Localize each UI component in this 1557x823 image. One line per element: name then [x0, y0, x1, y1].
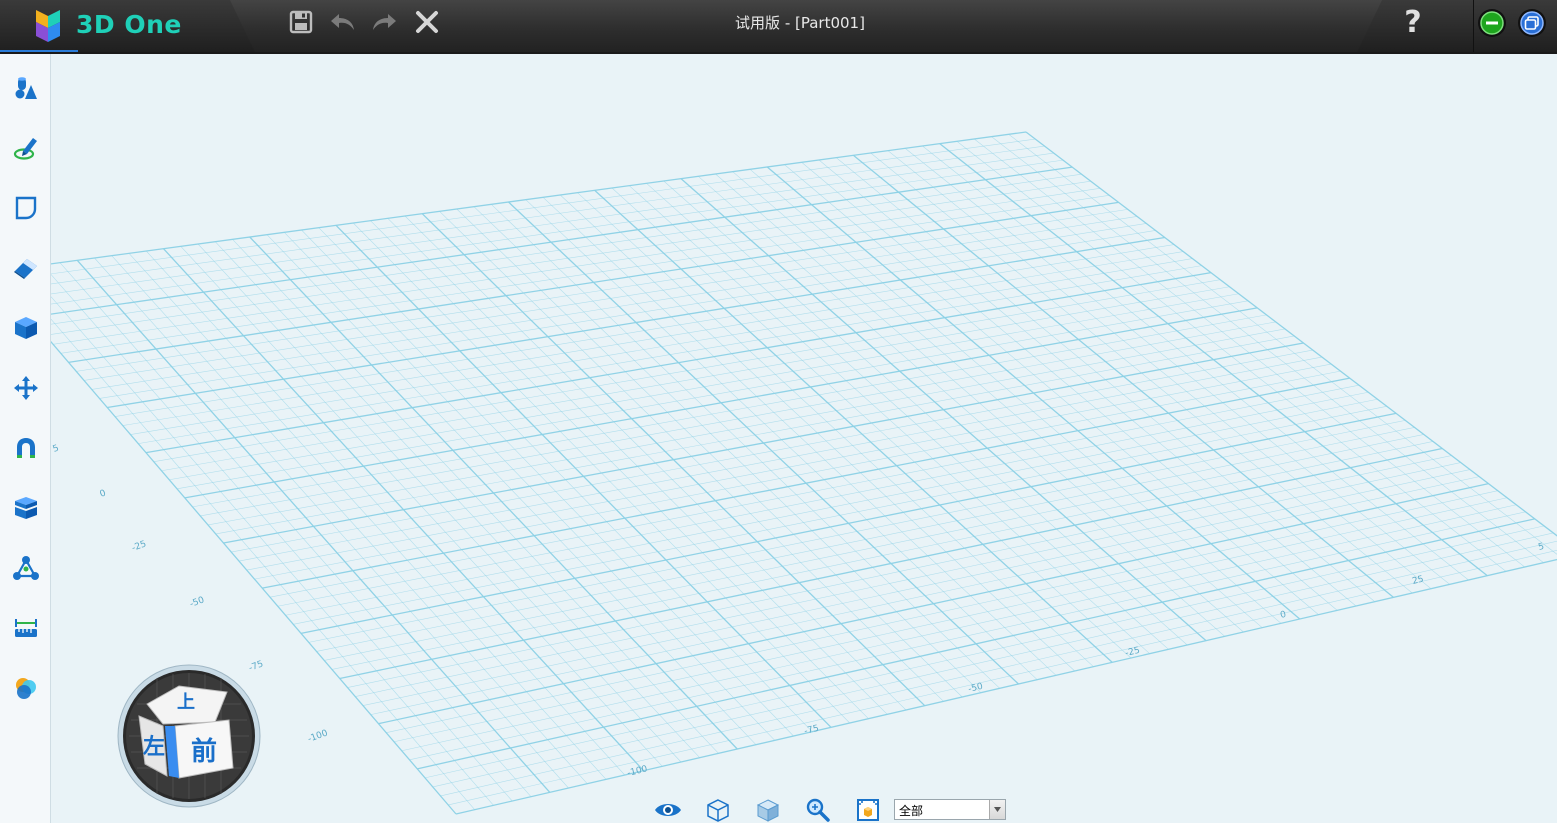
- wireframe-view-button[interactable]: [703, 798, 733, 822]
- grid-axis-label: 0: [99, 488, 108, 499]
- tool-network[interactable]: [10, 552, 42, 584]
- tool-combine[interactable]: [10, 492, 42, 524]
- tool-feature-eraser[interactable]: [10, 252, 42, 284]
- grid-axis-label: 0: [1279, 610, 1287, 621]
- combine-blocks-icon: [15, 497, 37, 519]
- minimize-icon: [1478, 9, 1506, 37]
- logo-underline: [0, 50, 78, 52]
- title-bar: 3D One 试用版 - [Part001] ?: [0, 0, 1557, 54]
- help-button[interactable]: ?: [1397, 4, 1429, 40]
- selection-box-icon: [857, 799, 879, 821]
- tool-sketch[interactable]: [10, 132, 42, 164]
- grid-axis-label: -50: [189, 595, 206, 610]
- grid-axis-label: -75: [803, 724, 820, 737]
- tool-magnet[interactable]: [10, 432, 42, 464]
- cube-label-left: 左: [143, 734, 165, 760]
- cube-label-top: 上: [177, 692, 195, 713]
- tool-measure[interactable]: [10, 612, 42, 644]
- tool-solid[interactable]: [10, 312, 42, 344]
- feature-eraser-icon: [14, 259, 37, 279]
- measure-icon: [15, 619, 37, 637]
- magnifier-icon: [806, 798, 830, 822]
- restore-icon: [1518, 9, 1546, 37]
- color-palette-icon: [16, 678, 36, 699]
- window-controls-area: ?: [1357, 0, 1557, 52]
- grid-labels: 50-25-50-75-100-100-75-50-250255: [52, 443, 1546, 778]
- grid-axis-label: 5: [52, 443, 61, 454]
- window-divider: [1473, 0, 1474, 52]
- chevron-down-icon[interactable]: [989, 800, 1005, 819]
- minimize-button[interactable]: [1477, 8, 1507, 38]
- tool-basic-shapes[interactable]: [10, 72, 42, 104]
- visibility-button[interactable]: [653, 798, 683, 822]
- restore-button[interactable]: [1517, 8, 1547, 38]
- sketch-edit-icon: [15, 196, 37, 220]
- basic-shapes-icon: [15, 77, 37, 99]
- tool-color[interactable]: [10, 672, 42, 704]
- shaded-cube-icon: [756, 799, 780, 822]
- network-nodes-icon: [13, 556, 39, 580]
- left-toolbar: [0, 54, 51, 823]
- wireframe-cube-icon: [707, 799, 729, 822]
- grid-axis-label: 25: [1411, 574, 1425, 586]
- move-icon: [14, 376, 38, 400]
- tool-sketch-edit[interactable]: [10, 192, 42, 224]
- entity-filter-value: 全部: [899, 804, 924, 818]
- cube-label-front: 前: [191, 736, 217, 767]
- grid-axis-label: -25: [131, 539, 148, 553]
- solid-cube-icon: [15, 317, 37, 339]
- 3d-viewport[interactable]: 5 0 -25 -50 -75 -100 -100 -75 -50 -25 0 25 5 上 左 前: [51, 54, 1557, 823]
- work-plane-grid: 50-25-50-75-100-100-75-50-250255: [51, 131, 1557, 815]
- shaded-view-button[interactable]: [753, 798, 783, 822]
- tool-move[interactable]: [10, 372, 42, 404]
- eye-icon: [655, 804, 681, 816]
- entity-filter-select[interactable]: 全部: [894, 799, 1006, 820]
- select-filter-button[interactable]: [853, 798, 883, 822]
- grid-axis-label: 5: [1537, 542, 1545, 553]
- grid-axis-label: -100: [626, 764, 649, 779]
- view-toolbar: 全部: [648, 796, 1028, 823]
- magnet-icon: [17, 438, 35, 458]
- document-title: 试用版 - [Part001]: [735, 14, 865, 32]
- sketch-icon: [13, 138, 37, 160]
- zoom-button[interactable]: [803, 798, 833, 822]
- grid-lines: [51, 131, 1557, 815]
- grid-axis-label: -100: [307, 728, 330, 744]
- view-cube[interactable]: 上 左 前: [117, 664, 261, 808]
